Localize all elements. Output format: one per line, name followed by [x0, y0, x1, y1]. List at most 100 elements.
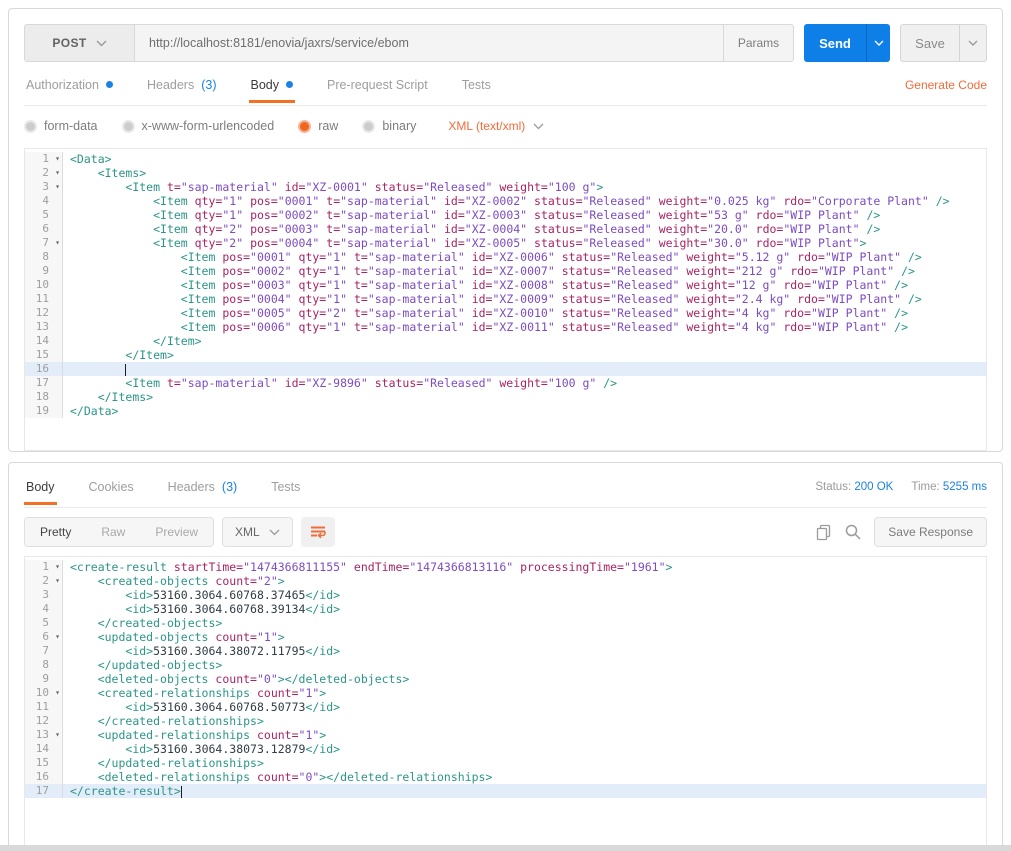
- code-line[interactable]: 8 <Item pos="0001" qty="1" t="sap-materi…: [25, 250, 986, 264]
- request-body-editor[interactable]: 1▾<Data>2▾ <Items>3▾ <Item t="sap-materi…: [24, 148, 987, 451]
- code-line[interactable]: 17 <Item t="sap-material" id="XZ-9896" s…: [25, 376, 986, 390]
- code-line[interactable]: 14 </Item>: [25, 334, 986, 348]
- response-tab-tests[interactable]: Tests: [269, 480, 302, 504]
- search-response-button[interactable]: [844, 523, 862, 541]
- code-line[interactable]: 16 <deleted-relationships count="0"></de…: [25, 770, 986, 784]
- code-line[interactable]: 9 <deleted-objects count="0"></deleted-o…: [25, 672, 986, 686]
- fold-arrow-icon[interactable]: ▾: [55, 236, 60, 250]
- body-mode-binary[interactable]: binary: [362, 119, 416, 133]
- body-mode-form-data[interactable]: form-data: [24, 119, 98, 133]
- method-dropdown[interactable]: POST: [25, 25, 135, 61]
- code-line[interactable]: 11 <id>53160.3064.60768.50773</id>: [25, 700, 986, 714]
- response-tab-headers[interactable]: Headers(3): [166, 480, 240, 504]
- code-line[interactable]: 17</create-result>: [25, 784, 986, 798]
- fold-arrow-icon[interactable]: ▾: [55, 574, 60, 588]
- code-line[interactable]: 15 </updated-relationships>: [25, 756, 986, 770]
- fold-arrow-icon[interactable]: ▾: [55, 728, 60, 742]
- code-line-content: <Item pos="0006" qty="1" t="sap-material…: [63, 320, 986, 334]
- request-tab-body[interactable]: Body: [249, 78, 296, 102]
- code-line[interactable]: 18 </Items>: [25, 390, 986, 404]
- fold-arrow-icon[interactable]: ▾: [55, 166, 60, 180]
- code-line-content: <updated-relationships count="1">: [63, 728, 986, 742]
- code-line[interactable]: 12 </created-relationships>: [25, 714, 986, 728]
- code-line-content: <id>53160.3064.38073.12879</id>: [63, 742, 986, 756]
- search-icon: [844, 523, 862, 541]
- line-number: 11: [25, 700, 63, 714]
- view-mode-pretty[interactable]: Pretty: [25, 518, 86, 546]
- params-button[interactable]: Params: [723, 25, 793, 61]
- time-value[interactable]: 5255 ms: [943, 481, 987, 493]
- code-line[interactable]: 7 <id>53160.3064.38072.11795</id>: [25, 644, 986, 658]
- code-line[interactable]: 4 <id>53160.3064.60768.39134</id>: [25, 602, 986, 616]
- save-response-button[interactable]: Save Response: [874, 517, 987, 547]
- content-type-dropdown[interactable]: XML (text/xml): [448, 119, 544, 133]
- view-mode-raw[interactable]: Raw: [86, 518, 140, 546]
- fold-arrow-icon[interactable]: ▾: [55, 152, 60, 166]
- code-line-content: <created-objects count="2">: [63, 574, 986, 588]
- send-button[interactable]: Send: [804, 24, 866, 62]
- save-button[interactable]: Save: [901, 25, 959, 61]
- code-line[interactable]: 4 <Item qty="1" pos="0001" t="sap-materi…: [25, 194, 986, 208]
- response-toolbar-right: Save Response: [815, 517, 987, 547]
- body-mode-x-www-form-urlencoded[interactable]: x-www-form-urlencoded: [122, 119, 275, 133]
- body-mode-label: form-data: [44, 119, 98, 133]
- code-line[interactable]: 6▾ <updated-objects count="1">: [25, 630, 986, 644]
- view-mode-preview[interactable]: Preview: [140, 518, 213, 546]
- chevron-down-icon: [269, 529, 280, 536]
- generate-code-link[interactable]: Generate Code: [905, 78, 987, 102]
- url-input[interactable]: [135, 25, 723, 61]
- line-number: 3: [25, 588, 63, 602]
- save-options-caret[interactable]: [959, 25, 986, 61]
- code-line[interactable]: 7▾ <Item qty="2" pos="0004" t="sap-mater…: [25, 236, 986, 250]
- body-mode-label: raw: [318, 119, 338, 133]
- code-line[interactable]: 6 <Item qty="2" pos="0003" t="sap-materi…: [25, 222, 986, 236]
- send-options-caret[interactable]: [866, 24, 890, 62]
- code-line-content: </updated-relationships>: [63, 756, 986, 770]
- tab-label: Headers: [168, 480, 215, 494]
- fold-arrow-icon[interactable]: ▾: [55, 630, 60, 644]
- horizontal-scrollbar[interactable]: [0, 845, 1011, 851]
- code-line[interactable]: 15 </Item>: [25, 348, 986, 362]
- request-tab-pre-request-script[interactable]: Pre-request Script: [325, 78, 430, 102]
- request-tab-tests[interactable]: Tests: [460, 78, 493, 102]
- line-number: 5: [25, 208, 63, 222]
- code-line[interactable]: 12 <Item pos="0005" qty="2" t="sap-mater…: [25, 306, 986, 320]
- copy-response-button[interactable]: [815, 523, 832, 541]
- wrap-lines-button[interactable]: [301, 517, 335, 547]
- text-cursor: [125, 364, 126, 376]
- line-number: 3▾: [25, 180, 63, 194]
- code-line[interactable]: 3▾ <Item t="sap-material" id="XZ-0001" s…: [25, 180, 986, 194]
- fold-arrow-icon[interactable]: ▾: [55, 180, 60, 194]
- code-line[interactable]: 5 <Item qty="1" pos="0002" t="sap-materi…: [25, 208, 986, 222]
- code-line[interactable]: 8 </updated-objects>: [25, 658, 986, 672]
- fold-arrow-icon[interactable]: ▾: [55, 560, 60, 574]
- request-tab-authorization[interactable]: Authorization: [24, 78, 115, 102]
- body-mode-row: form-datax-www-form-urlencodedrawbinary …: [24, 106, 987, 146]
- code-line[interactable]: 9 <Item pos="0002" qty="1" t="sap-materi…: [25, 264, 986, 278]
- code-line[interactable]: 13 <Item pos="0006" qty="1" t="sap-mater…: [25, 320, 986, 334]
- code-line[interactable]: 3 <id>53160.3064.60768.37465</id>: [25, 588, 986, 602]
- code-line[interactable]: 1▾<create-result startTime="147436681115…: [25, 560, 986, 574]
- response-language-dropdown[interactable]: XML: [222, 517, 293, 547]
- request-tab-headers[interactable]: Headers(3): [145, 78, 219, 102]
- code-line[interactable]: 19</Data>: [25, 404, 986, 418]
- body-mode-raw[interactable]: raw: [298, 119, 338, 133]
- response-tab-cookies[interactable]: Cookies: [87, 480, 136, 504]
- code-line[interactable]: 1▾<Data>: [25, 152, 986, 166]
- code-line[interactable]: 10 <Item pos="0003" qty="1" t="sap-mater…: [25, 278, 986, 292]
- code-line-content: <Item qty="2" pos="0003" t="sap-material…: [63, 222, 986, 236]
- code-line-content: </created-relationships>: [63, 714, 986, 728]
- response-tab-body[interactable]: Body: [24, 480, 57, 504]
- code-line[interactable]: 10▾ <created-relationships count="1">: [25, 686, 986, 700]
- code-line[interactable]: 16: [25, 362, 986, 376]
- tab-label: Body: [251, 78, 280, 92]
- code-line[interactable]: 11 <Item pos="0004" qty="1" t="sap-mater…: [25, 292, 986, 306]
- code-line[interactable]: 5 </created-objects>: [25, 616, 986, 630]
- code-line[interactable]: 14 <id>53160.3064.38073.12879</id>: [25, 742, 986, 756]
- status-value[interactable]: 200 OK: [854, 481, 893, 493]
- fold-arrow-icon[interactable]: ▾: [55, 686, 60, 700]
- code-line[interactable]: 2▾ <created-objects count="2">: [25, 574, 986, 588]
- code-line[interactable]: 13▾ <updated-relationships count="1">: [25, 728, 986, 742]
- code-line[interactable]: 2▾ <Items>: [25, 166, 986, 180]
- response-body-editor[interactable]: 1▾<create-result startTime="147436681115…: [24, 556, 987, 847]
